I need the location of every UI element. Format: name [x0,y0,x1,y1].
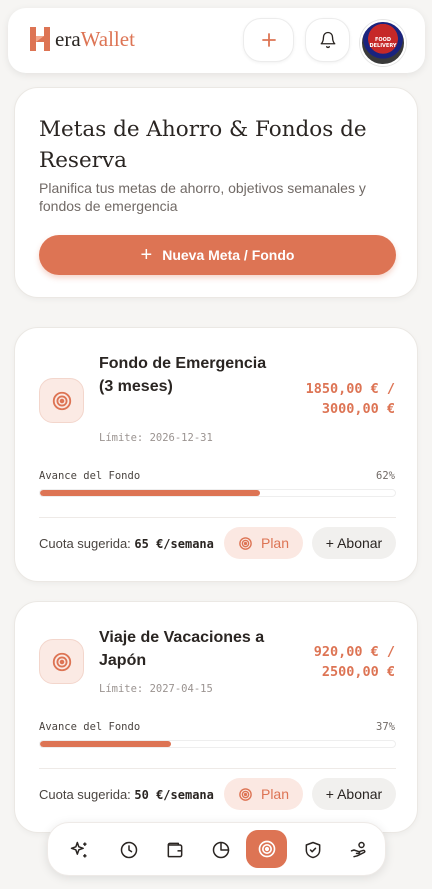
goal-amount-current: 920,00 € / [313,644,395,660]
wallet-icon [167,842,183,858]
hand-coins-icon [350,841,366,858]
goal-card: Viaje de Vacaciones a Japón Límite: 2027… [14,601,418,833]
deposit-button[interactable]: + Abonar [312,527,396,559]
plan-button[interactable]: Plan [224,527,303,559]
bell-icon [320,31,335,49]
goal-card: Fondo de Emergencia (3 meses) Límite: 20… [14,327,418,582]
quota-label: Cuota sugerida: [39,787,131,802]
goal-amount: 920,00 € / 2500,00 € [314,642,395,682]
plan-label: Plan [260,535,290,551]
goal-amount-target: 3000,00 € [321,401,395,417]
nav-item-history[interactable] [110,831,148,869]
divider [39,768,396,769]
app-name: eraWallet [55,26,135,51]
quota-value: 65 €/semana [134,537,214,551]
divider [39,517,396,518]
logo-h-icon [30,27,50,51]
sparkles-icon [70,841,87,858]
target-icon [239,787,252,801]
goal-deadline: Límite: 2026-12-31 [99,432,213,444]
page-title: Metas de Ahorro & Fondos de Reserva [39,117,367,173]
goal-amount: 1850,00 € / 3000,00 € [306,379,395,419]
progress-percent: 62% [376,470,395,482]
plan-button[interactable]: Plan [224,778,303,810]
quota-label: Cuota sugerida: [39,536,131,551]
nav-item-insights[interactable] [60,831,98,869]
goal-deadline: Límite: 2027-04-15 [99,683,213,695]
progress-bar [39,489,396,497]
page-subtitle: Planifica tus metas de ahorro, objetivos… [39,180,366,214]
progress-label: Avance del Fondo [39,470,141,482]
app-logo[interactable]: eraWallet [28,25,135,53]
plan-label: Plan [260,786,290,802]
progress-bar [39,740,396,748]
target-icon [258,840,275,858]
notifications-button[interactable] [305,18,350,62]
nav-item-goals[interactable] [246,830,287,868]
nav-item-payments[interactable] [340,831,378,869]
progress-fill [40,490,261,496]
progress-label: Avance del Fondo [39,721,141,733]
nav-item-security[interactable] [294,831,332,869]
top-bar: eraWallet FOOD DELIVERY [8,8,425,73]
pie-chart-icon [212,841,230,859]
nav-item-wallet[interactable] [156,831,194,869]
target-icon [39,639,84,684]
plus-icon [261,33,276,47]
progress-fill [40,741,172,747]
suggested-quota: Cuota sugerida: 65 €/semana [39,536,214,551]
shield-icon [305,841,321,859]
goal-amount-current: 1850,00 € / [305,381,395,397]
history-icon [120,841,138,859]
avatar[interactable]: FOOD DELIVERY [360,20,406,66]
suggested-quota: Cuota sugerida: 50 €/semana [39,787,214,802]
goal-title: Viaje de Vacaciones a Japón [99,629,265,669]
progress-percent: 37% [376,721,395,733]
deposit-button[interactable]: + Abonar [312,778,396,810]
plus-icon: + [140,244,153,266]
add-button[interactable] [243,18,294,62]
new-goal-button[interactable]: + Nueva Meta / Fondo [39,235,396,275]
goal-title: Fondo de Emergencia (3 meses) [99,355,267,395]
bottom-nav [47,822,386,876]
savings-goals-header-card: Metas de Ahorro & Fondos de Reserva Plan… [14,87,418,298]
new-goal-button-label: Nueva Meta / Fondo [162,247,295,263]
target-icon [239,536,252,550]
quota-value: 50 €/semana [134,788,214,802]
nav-item-stats[interactable] [202,831,240,869]
target-icon [39,378,84,423]
avatar-text-2: DELIVERY [369,43,397,49]
goal-amount-target: 2500,00 € [321,664,395,680]
